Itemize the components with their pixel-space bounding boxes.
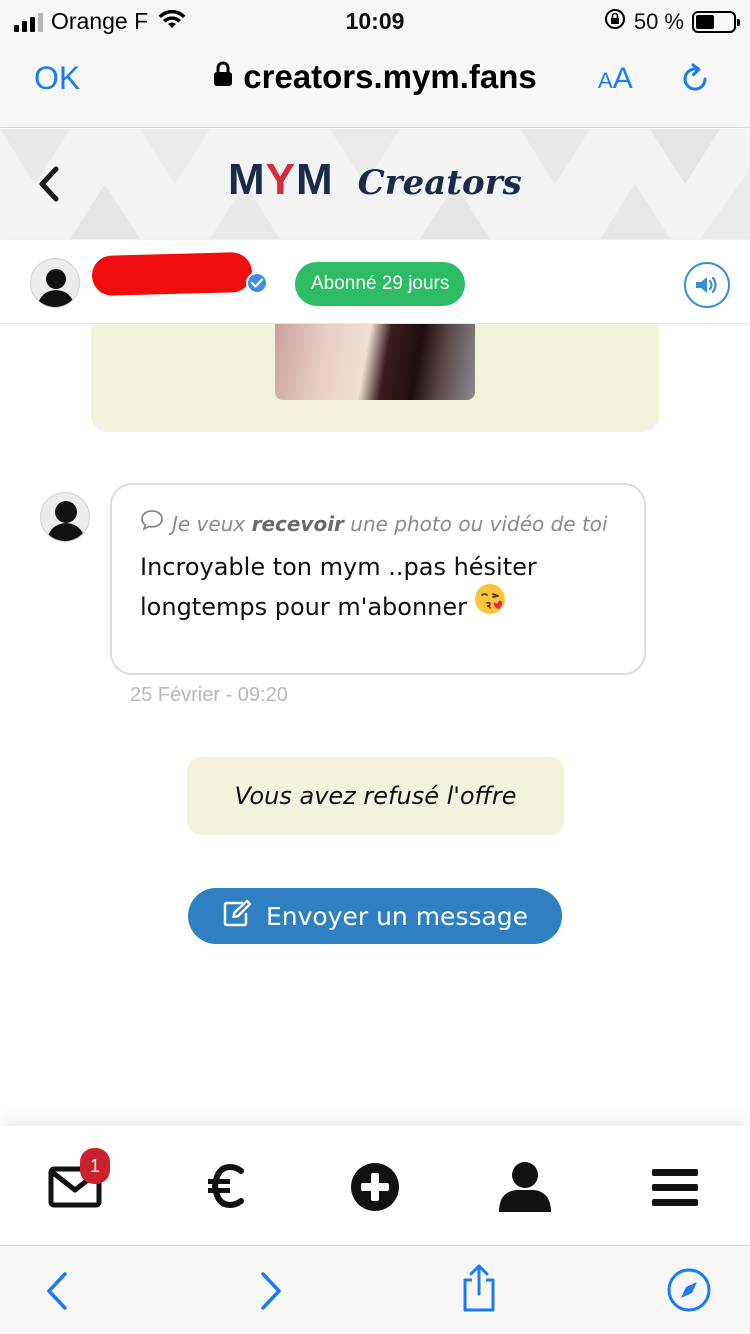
messages-badge: 1	[80, 1148, 110, 1184]
plus-circle-icon[interactable]	[350, 1162, 400, 1216]
message-timestamp: 25 Février - 09:20	[130, 684, 288, 706]
battery-icon	[692, 11, 740, 33]
browser-url-bar: OK creators.mym.fans AA	[0, 42, 750, 128]
creator-avatar[interactable]	[30, 258, 80, 308]
url-field[interactable]: creators.mym.fans	[0, 58, 750, 96]
media-thumbnail[interactable]	[275, 324, 475, 400]
profile-bar: Abonné 29 jours	[0, 240, 750, 324]
orientation-lock-icon	[604, 8, 626, 36]
verified-icon	[246, 272, 268, 294]
user-icon[interactable]	[498, 1160, 552, 1218]
forward-arrow-icon[interactable]	[258, 1271, 284, 1315]
message-bubble: Je veux recevoir une photo ou vidéo de t…	[110, 483, 646, 675]
speaker-icon	[696, 276, 717, 294]
text-size-button[interactable]: AA	[598, 62, 633, 96]
send-message-button[interactable]: Envoyer un message	[188, 888, 562, 944]
sender-avatar	[40, 492, 90, 542]
speech-bubble-icon	[140, 505, 164, 543]
logo-creators: Creators	[357, 163, 522, 203]
sound-toggle-button[interactable]	[684, 262, 730, 308]
app-bottom-nav: 1	[0, 1126, 750, 1246]
compass-icon[interactable]	[666, 1267, 712, 1317]
message-text: Incroyable ton mym ..pas hésiter longtem…	[140, 547, 616, 628]
text-size-big: A	[612, 62, 633, 95]
text-size-small: A	[598, 68, 613, 93]
send-message-label: Envoyer un message	[265, 901, 529, 931]
battery-percent: 50 %	[633, 9, 684, 34]
lock-icon	[213, 57, 233, 95]
mym-logo: MYM Creators	[228, 155, 522, 205]
back-chevron-icon[interactable]	[36, 165, 62, 207]
subscription-badge: Abonné 29 jours	[295, 262, 466, 306]
menu-icon[interactable]	[652, 1168, 698, 1212]
share-icon[interactable]	[458, 1263, 500, 1317]
message-request-type: Je veux recevoir une photo ou vidéo de t…	[140, 505, 616, 543]
kiss-emoji-icon	[473, 582, 507, 628]
euro-icon[interactable]	[206, 1162, 246, 1214]
offer-status: Vous avez refusé l'offre	[187, 757, 564, 835]
redacted-username	[91, 251, 253, 297]
status-right: 50 %	[604, 8, 740, 36]
site-header: MYM Creators	[0, 129, 750, 239]
logo-mym: MYM	[228, 155, 334, 204]
edit-icon	[222, 899, 252, 933]
browser-toolbar	[0, 1247, 750, 1334]
back-arrow-icon[interactable]	[44, 1271, 70, 1315]
status-bar: Orange F 10:09 50 %	[0, 0, 750, 42]
url-text: creators.mym.fans	[243, 58, 537, 95]
reload-icon[interactable]	[678, 62, 712, 101]
